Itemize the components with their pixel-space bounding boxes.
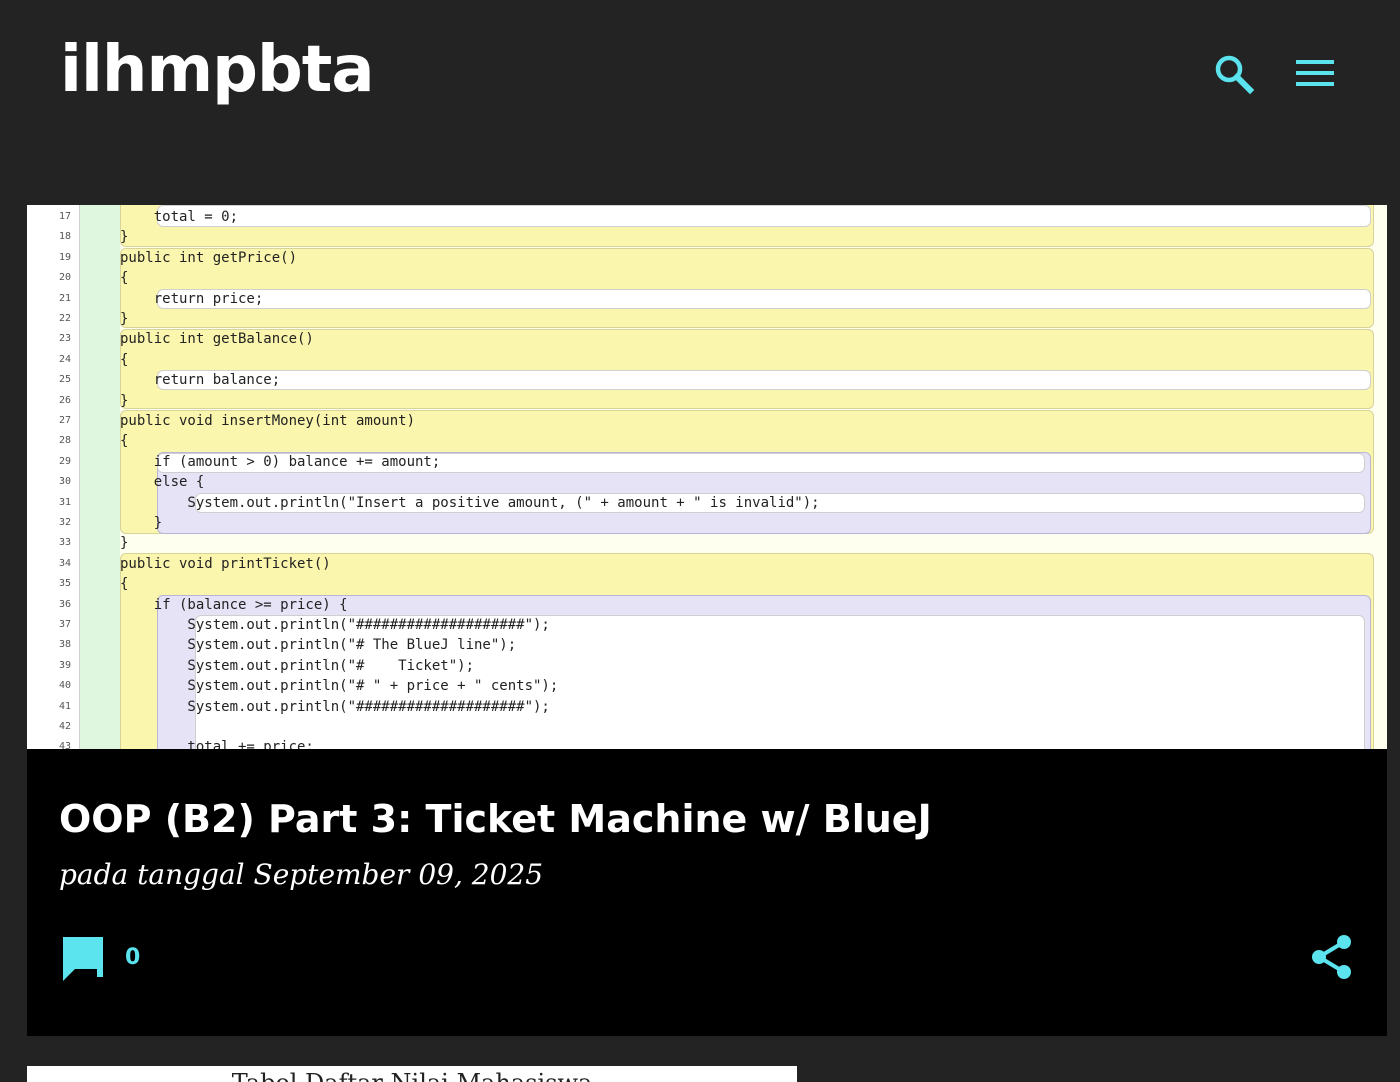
line-number: 37 xyxy=(58,619,71,630)
post-date: pada tanggal September 09, 2025 xyxy=(59,858,544,891)
code-line: { xyxy=(120,351,129,368)
line-number: 34 xyxy=(58,557,71,569)
line-number: 28 xyxy=(58,435,71,447)
blog-title[interactable]: ilhmpbta xyxy=(60,26,375,114)
post-featured-image[interactable]: 17 18 19 20 21 22 23 24 25 26 27 28 29 30 31 32 33 34 35 36… xyxy=(27,205,1387,749)
post-title[interactable]: OOP (B2) Part 3: Ticket Machine w/ BlueJ xyxy=(59,793,932,845)
code-line: System.out.println("####################… xyxy=(120,617,550,633)
line-number: 29 xyxy=(58,455,71,467)
code-line: System.out.println("# Ticket"); xyxy=(120,657,475,674)
blog-header: ilhmpbta xyxy=(0,0,1400,150)
code-line: System.out.println("# The BlueJ line"); xyxy=(120,637,517,654)
line-number: 31 xyxy=(58,496,71,508)
line-number: 17 xyxy=(58,211,71,222)
line-number: 30 xyxy=(58,476,71,488)
line-number: 40 xyxy=(58,680,71,692)
line-number: 24 xyxy=(58,353,71,365)
code-class-strip xyxy=(80,205,120,749)
code-line: return price; xyxy=(120,290,264,307)
code-line: } xyxy=(120,229,129,246)
code-line: else { xyxy=(120,474,205,491)
code-line: public int getPrice() xyxy=(120,249,298,266)
menu-icon xyxy=(1296,60,1334,86)
search-button[interactable] xyxy=(1212,52,1256,96)
statement-block xyxy=(157,289,1371,309)
code-line: { xyxy=(120,433,129,450)
statement-block xyxy=(157,370,1371,390)
code-line: System.out.println("####################… xyxy=(120,698,550,715)
method-block xyxy=(120,248,1374,328)
next-post-thumbnail-text: Tabel Daftar Nilai Mahasiswa xyxy=(27,1068,797,1082)
code-line: System.out.println("Insert a positive am… xyxy=(120,494,820,511)
code-line: public void printTicket() xyxy=(120,555,331,572)
line-number: 35 xyxy=(58,578,71,590)
line-number: 25 xyxy=(58,374,71,386)
code-line: public int getBalance() xyxy=(120,331,314,348)
code-line: { xyxy=(120,270,129,287)
line-number: 32 xyxy=(58,517,71,528)
line-number: 42 xyxy=(58,721,71,732)
line-number: 39 xyxy=(58,659,71,671)
code-line: total += price; xyxy=(120,739,314,749)
code-line: System.out.println("# " + price + " cent… xyxy=(120,678,559,695)
line-number: 19 xyxy=(58,251,71,263)
line-number-gutter: 17 18 19 20 21 22 23 24 25 26 27 28 29 30 31 32 33 34 35 36… xyxy=(27,205,80,749)
search-icon xyxy=(1215,55,1255,95)
line-number: 26 xyxy=(58,394,71,406)
line-number: 43 xyxy=(58,741,71,749)
line-number: 27 xyxy=(58,415,71,426)
line-number: 41 xyxy=(58,700,71,712)
code-line: } xyxy=(120,311,129,327)
code-line: return balance; xyxy=(120,372,281,389)
next-post-thumbnail[interactable]: Tabel Daftar Nilai Mahasiswa xyxy=(27,1066,797,1082)
post-card: 17 18 19 20 21 22 23 24 25 26 27 28 29 30 31 32 33 34 35 36… xyxy=(27,205,1387,1036)
share-button[interactable] xyxy=(1309,933,1357,981)
statement-block xyxy=(157,205,1371,227)
line-number: 23 xyxy=(58,333,71,345)
code-line: if (balance >= price) { xyxy=(120,596,348,613)
comment-count: 0 xyxy=(125,945,141,970)
comment-button[interactable]: 0 xyxy=(61,935,151,983)
line-number: 20 xyxy=(58,272,71,284)
line-number: 21 xyxy=(58,292,71,304)
line-number: 38 xyxy=(58,639,71,651)
code-line: } xyxy=(120,515,163,531)
code-line: public void insertMoney(int amount) xyxy=(120,413,416,429)
share-icon xyxy=(1312,935,1351,979)
code-line: if (amount > 0) balance += amount; xyxy=(120,453,441,470)
line-number: 22 xyxy=(58,313,71,324)
line-number: 33 xyxy=(58,537,71,549)
code-line: } xyxy=(120,392,129,409)
menu-button[interactable] xyxy=(1292,52,1338,96)
line-number: 36 xyxy=(58,598,71,610)
comment-icon xyxy=(63,937,103,981)
code-line: { xyxy=(120,576,129,593)
line-number: 18 xyxy=(58,231,71,243)
code-line: } xyxy=(120,535,129,552)
code-line: total = 0; xyxy=(120,209,239,225)
